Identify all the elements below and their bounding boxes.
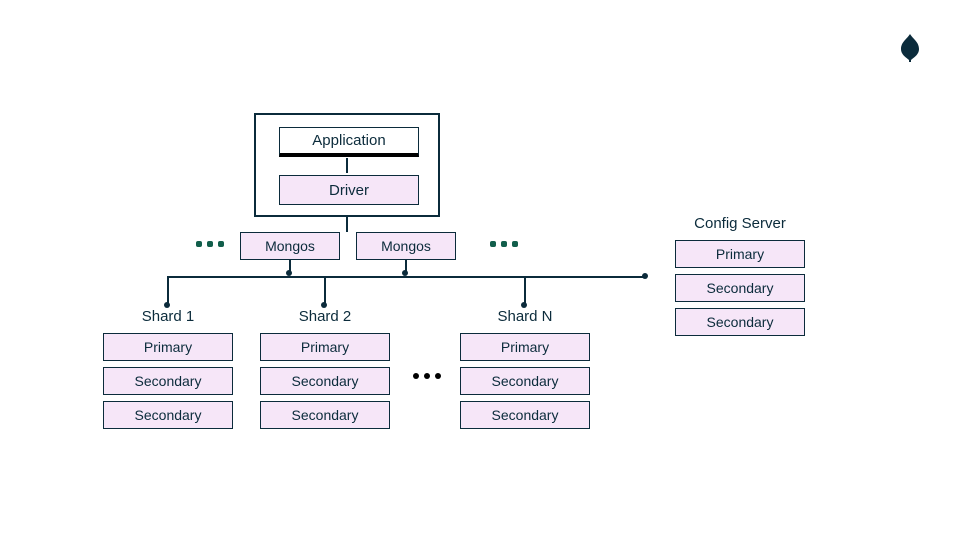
shard-1-title: Shard 1 xyxy=(103,308,233,325)
ellipsis-shards-icon xyxy=(413,373,441,379)
connector-to-shard2 xyxy=(324,276,326,304)
ellipsis-left-icon xyxy=(196,241,224,247)
shard-N-secondary-1: Secondary xyxy=(460,367,590,395)
connector-to-shardN xyxy=(524,276,526,304)
mongos-router-2: Mongos xyxy=(356,232,456,260)
shard-2-title: Shard 2 xyxy=(260,308,390,325)
application-box: Application xyxy=(279,127,419,157)
shard-1-primary: Primary xyxy=(103,333,233,361)
dot-bus-right-end xyxy=(642,273,648,279)
mongos-router-1: Mongos xyxy=(240,232,340,260)
connector-frame-to-mongos xyxy=(346,217,348,232)
config-server-primary: Primary xyxy=(675,240,805,268)
ellipsis-right-icon xyxy=(490,241,518,247)
bus-line xyxy=(167,276,645,278)
shard-2-primary: Primary xyxy=(260,333,390,361)
shard-N-group: Shard N Primary Secondary Secondary xyxy=(460,308,590,435)
shard-1-secondary-1: Secondary xyxy=(103,367,233,395)
connector-app-to-driver xyxy=(346,158,348,173)
driver-box: Driver xyxy=(279,175,419,205)
shard-N-primary: Primary xyxy=(460,333,590,361)
mongodb-leaf-icon xyxy=(900,34,920,62)
shard-1-secondary-2: Secondary xyxy=(103,401,233,429)
shard-2-group: Shard 2 Primary Secondary Secondary xyxy=(260,308,390,435)
config-server-title: Config Server xyxy=(675,215,805,232)
shard-2-secondary-2: Secondary xyxy=(260,401,390,429)
config-server-secondary-1: Secondary xyxy=(675,274,805,302)
connector-to-shard1 xyxy=(167,276,169,304)
config-server-secondary-2: Secondary xyxy=(675,308,805,336)
shard-2-secondary-1: Secondary xyxy=(260,367,390,395)
shard-N-secondary-2: Secondary xyxy=(460,401,590,429)
shard-N-title: Shard N xyxy=(460,308,590,325)
config-server-group: Config Server Primary Secondary Secondar… xyxy=(675,215,805,342)
sharding-architecture-diagram: Application Driver Mongos Mongos Shard 1… xyxy=(0,0,960,540)
shard-1-group: Shard 1 Primary Secondary Secondary xyxy=(103,308,233,435)
